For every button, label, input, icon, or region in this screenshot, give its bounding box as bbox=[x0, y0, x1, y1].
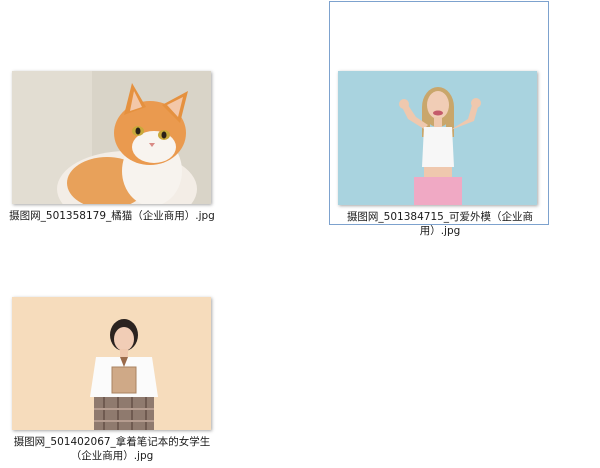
file-name-label: 摄图网_501402067_拿着笔记本的女学生（企业商用）.jpg bbox=[13, 436, 211, 462]
file-item[interactable]: 摄图网_501358179_橘猫（企业商用）.jpg bbox=[5, 62, 217, 232]
thumbnail-image bbox=[338, 71, 537, 205]
thumbnail-image bbox=[12, 71, 211, 204]
file-name-label: 摄图网_501384715_可爱外模（企业商用）.jpg bbox=[346, 211, 534, 237]
file-item[interactable]: 摄图网_501402067_拿着笔记本的女学生（企业商用）.jpg bbox=[5, 288, 217, 466]
file-name-label: 摄图网_501358179_橘猫（企业商用）.jpg bbox=[9, 210, 215, 222]
thumbnail-image bbox=[12, 297, 211, 430]
file-item-selected[interactable]: 摄图网_501384715_可爱外模（企业商用）.jpg bbox=[329, 1, 549, 237]
